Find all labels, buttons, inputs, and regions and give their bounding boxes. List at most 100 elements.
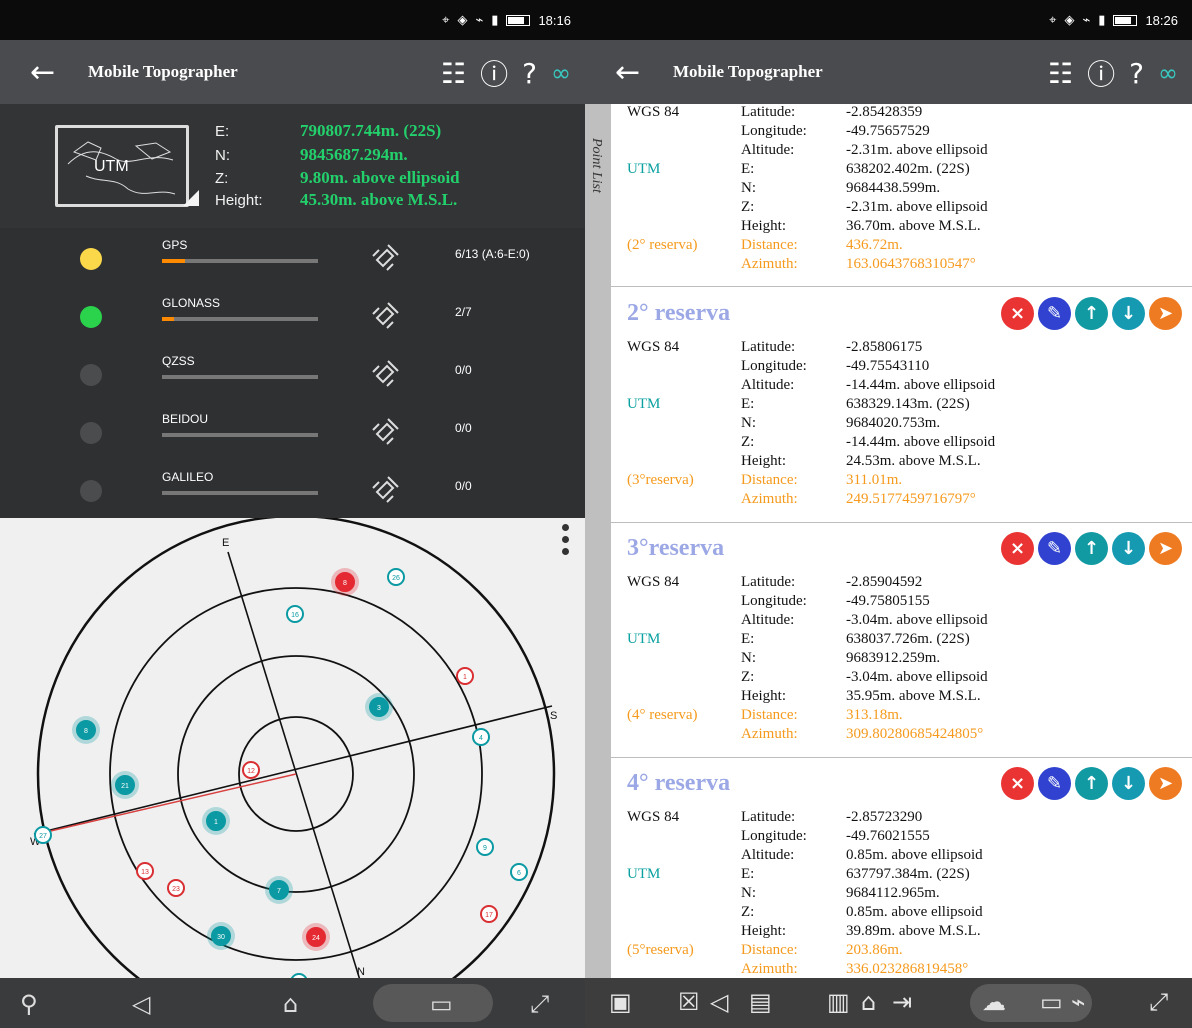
- edit-icon[interactable]: ✎: [1038, 532, 1071, 565]
- move-up-icon[interactable]: ↑: [1075, 297, 1108, 330]
- share-icon[interactable]: ⇥: [892, 988, 912, 1016]
- move-up-icon[interactable]: ↑: [1075, 767, 1108, 800]
- edit-icon[interactable]: ✎: [1038, 767, 1071, 800]
- link-icon[interactable]: ∞: [551, 59, 571, 87]
- edit-icon[interactable]: ✎: [1038, 297, 1071, 330]
- satellite-id-label: 13: [141, 869, 149, 876]
- wifi-status-icon: ⌁: [1082, 12, 1091, 27]
- world-map-icon[interactable]: UTM: [55, 125, 189, 207]
- info-icon[interactable]: ⓘ: [480, 53, 508, 93]
- status-time: 18:16: [538, 12, 571, 28]
- constellation-status-dot: [80, 422, 102, 444]
- signal-bar: [162, 491, 318, 495]
- fullscreen-icon[interactable]: ⤢: [1149, 988, 1168, 1016]
- delete-list-icon[interactable]: ☒: [678, 988, 700, 1016]
- constellation-count: 6/13 (A:6-E:0): [455, 247, 530, 261]
- delete-icon[interactable]: ×: [1001, 532, 1034, 565]
- back-arrow-icon[interactable]: ←: [615, 55, 640, 90]
- left-bottom-navigation: ⚲ ◁ ⌂ ▭ ⤢: [0, 978, 585, 1028]
- recent-apps-icon[interactable]: ▭: [430, 990, 453, 1018]
- skyplot-direction-label: E: [222, 537, 229, 549]
- delete-icon[interactable]: ×: [1001, 297, 1034, 330]
- record-divider: [611, 522, 1192, 523]
- top-app-bar: ← Mobile Topographer ☷ ⓘ ? ∞: [0, 40, 585, 104]
- status-icons: ⌖ ◈ ⌁ ▮ 18:26: [1049, 12, 1178, 28]
- point-record: 3°reserva × ✎ ↑ ↓ ➤ WGS 84 Latitude: -2.8…: [611, 524, 1192, 759]
- app-toolbar: ☷ ⓘ ? ∞: [1048, 53, 1178, 93]
- wgs-label: WGS 84: [627, 104, 680, 120]
- top-app-bar: ← Mobile Topographer ☷ ⓘ ? ∞: [585, 40, 1192, 104]
- constellation-status-dot: [80, 306, 102, 328]
- battery-icon: [1113, 14, 1138, 26]
- northing-row: N: 9845687.294m.: [215, 145, 408, 164]
- skyplot-direction-label: N: [357, 966, 365, 978]
- elevation-value: 9.80m. above ellipsoid: [300, 168, 460, 187]
- satellite-id-label: 17: [485, 912, 493, 919]
- home-icon[interactable]: ⌂: [283, 990, 298, 1018]
- info-icon[interactable]: ⓘ: [1087, 53, 1115, 93]
- utm-label: UTM: [627, 161, 661, 177]
- signal-bar: [162, 317, 318, 321]
- location-icon[interactable]: ⚲: [20, 990, 38, 1018]
- map-expand-corner-icon[interactable]: [183, 190, 199, 206]
- app-title: Mobile Topographer: [673, 62, 823, 81]
- move-down-icon[interactable]: ↓: [1112, 532, 1145, 565]
- point-record: 2° reserva × ✎ ↑ ↓ ➤ WGS 84 Latitude: -2.…: [611, 289, 1192, 524]
- nav-back-icon[interactable]: ◁: [132, 990, 150, 1018]
- link-icon[interactable]: ∞: [1158, 59, 1178, 87]
- record-actions: × ✎ ↑ ↓ ➤: [1001, 532, 1182, 565]
- elevation-row: Z: 9.80m. above ellipsoid: [215, 168, 460, 187]
- navigate-icon[interactable]: ➤: [1149, 532, 1182, 565]
- satellite-id-label: 3: [377, 705, 381, 712]
- map-label: UTM: [94, 158, 129, 175]
- delete-icon[interactable]: ×: [1001, 767, 1034, 800]
- satellite-id-label: 30: [217, 934, 225, 941]
- settings-sliders-icon[interactable]: ☷: [1048, 57, 1073, 90]
- record-divider: [611, 757, 1192, 758]
- move-down-icon[interactable]: ↓: [1112, 767, 1145, 800]
- constellation-count: 0/0: [455, 479, 472, 493]
- record-actions: × ✎ ↑ ↓ ➤: [1001, 767, 1182, 800]
- help-icon[interactable]: ?: [1129, 57, 1144, 90]
- location-status-icon: ⌖: [442, 12, 450, 27]
- point-record: 4° reserva × ✎ ↑ ↓ ➤ WGS 84 Latitude: -2.…: [611, 759, 1192, 980]
- navigate-icon[interactable]: ➤: [1149, 297, 1182, 330]
- constellation-name: GPS: [162, 238, 188, 252]
- move-down-icon[interactable]: ↓: [1112, 297, 1145, 330]
- height-row: Height: 45.30m. above M.S.L.: [215, 190, 458, 209]
- satellite-row-glonass: GLONASS 2/7: [0, 287, 585, 345]
- satellite-id-label: 1: [463, 674, 467, 681]
- point-list-label: Point List: [589, 138, 604, 193]
- point-list[interactable]: WGS 84 Latitude: -2.85428359 Longitude: -4…: [611, 104, 1192, 980]
- export-icon[interactable]: ▤: [749, 988, 772, 1016]
- cloud-upload-icon[interactable]: ☁: [982, 988, 1006, 1016]
- save-icon[interactable]: ▥: [827, 988, 850, 1016]
- status-bar: ⌖ ◈ ⌁ ▮ 18:26: [585, 0, 1192, 40]
- constellation-status-dot: [80, 480, 102, 502]
- sync-status-icon: ◈: [1064, 12, 1075, 27]
- map-polygon-icon[interactable]: ⌁: [1071, 988, 1085, 1016]
- satellite-id-label: 21: [121, 783, 129, 790]
- constellation-name: QZSS: [162, 354, 195, 368]
- point-list-icon[interactable]: ▣: [609, 988, 632, 1016]
- constellation-count: 2/7: [455, 305, 472, 319]
- location-status-icon: ⌖: [1049, 12, 1057, 27]
- help-icon[interactable]: ?: [522, 57, 537, 90]
- status-time: 18:26: [1145, 12, 1178, 28]
- recent-apps-icon[interactable]: ▭: [1040, 988, 1063, 1016]
- point-title: 4° reserva: [627, 770, 731, 796]
- fullscreen-icon[interactable]: ⤢: [530, 990, 549, 1018]
- home-icon[interactable]: ⌂: [861, 988, 876, 1016]
- point-list-tab[interactable]: Point List: [585, 104, 611, 980]
- settings-sliders-icon[interactable]: ☷: [441, 57, 466, 90]
- skyplot-ring: [36, 514, 556, 1028]
- satellite-id-label: 1: [214, 819, 218, 826]
- satellite-icon: [372, 244, 399, 271]
- navigate-icon[interactable]: ➤: [1149, 767, 1182, 800]
- northing-value: 9845687.294m.: [300, 145, 408, 164]
- more-options-icon[interactable]: [562, 524, 569, 555]
- signal-fill: [162, 259, 186, 263]
- move-up-icon[interactable]: ↑: [1075, 532, 1108, 565]
- back-arrow-icon[interactable]: ←: [30, 55, 55, 90]
- back-icon[interactable]: ◁: [710, 988, 728, 1016]
